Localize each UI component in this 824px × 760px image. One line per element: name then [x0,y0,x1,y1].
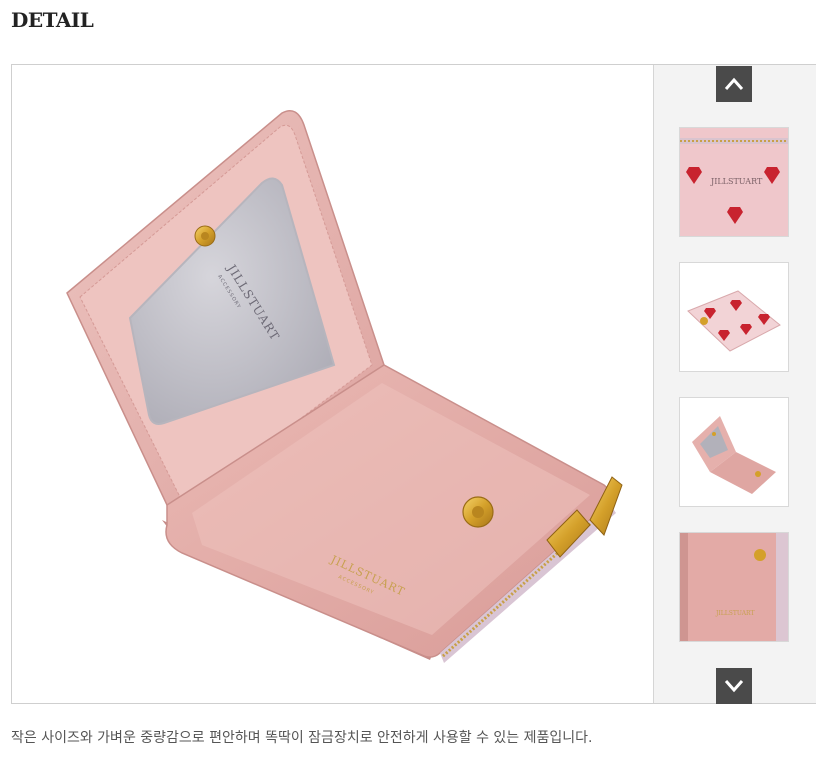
thumb-wallet-closed-image [680,263,788,371]
svg-text:JILLSTUART: JILLSTUART [710,177,763,186]
thumb-wallet-open-image [680,398,788,506]
main-product-image: JILLSTUART ACCESSORY JILLSTUART ACCESSOR… [12,65,653,703]
product-description: 작은 사이즈와 가벼운 중량감으로 편안하며 똑딱이 잠금장치로 안전하게 사용… [11,730,593,746]
thumb-inner-pocket-image: JILLSTUART [680,533,788,641]
chevron-up-icon [724,77,744,90]
thumb-heart-print-image: JILLSTUART [680,128,788,236]
product-image-viewer: JILLSTUART ACCESSORY JILLSTUART ACCESSOR… [11,64,816,704]
wallet-illustration: JILLSTUART ACCESSORY JILLSTUART ACCESSOR… [66,110,623,663]
svg-text:JILLSTUART: JILLSTUART [715,610,754,617]
thumbnail-2[interactable] [679,262,789,372]
section-heading: DETAIL [11,8,94,32]
chevron-down-icon [724,680,744,693]
thumbnail-panel: JILLSTUART JILLSTUART [653,65,816,704]
thumbnail-1[interactable]: JILLSTUART [679,127,789,237]
thumbnail-scroll-up-button[interactable] [716,66,752,102]
thumbnail-3[interactable] [679,397,789,507]
thumbnail-4[interactable]: JILLSTUART [679,532,789,642]
thumbnail-scroll-down-button[interactable] [716,668,752,704]
